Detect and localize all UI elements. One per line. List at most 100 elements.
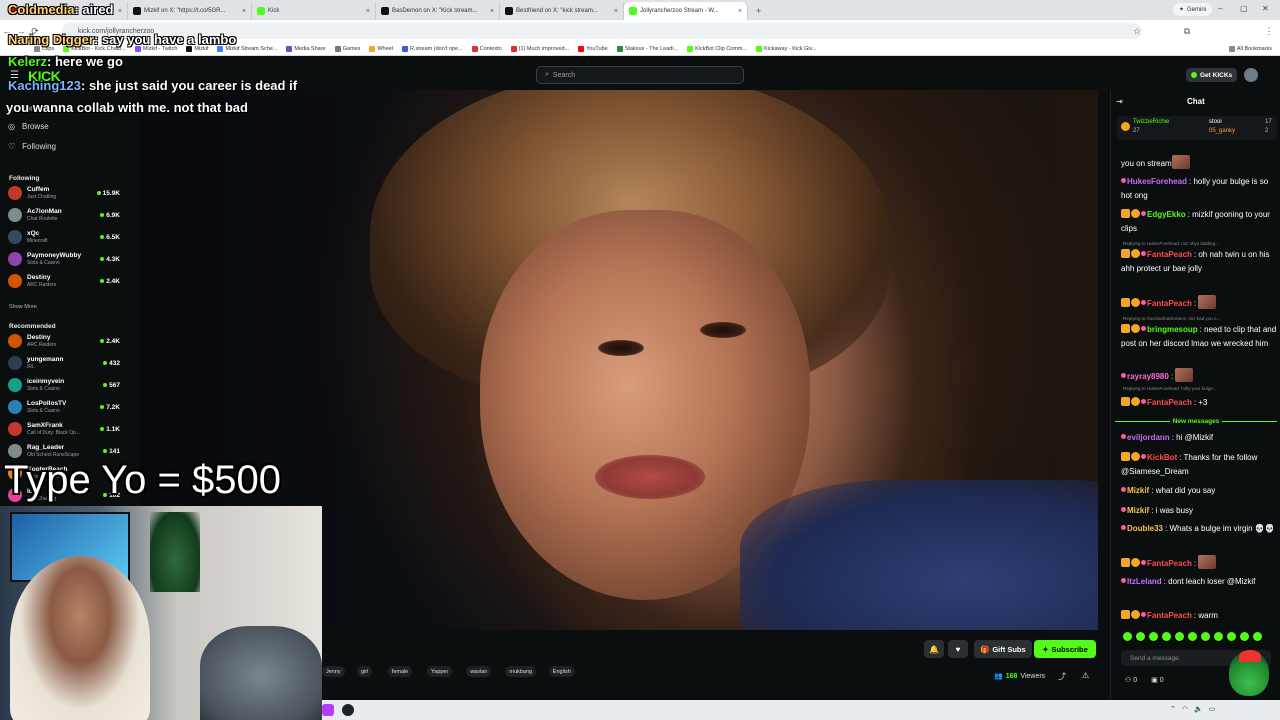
chat-username[interactable]: FantaPeach	[1147, 559, 1192, 568]
minimize-icon[interactable]: –	[1218, 4, 1222, 13]
report-icon[interactable]: ⚠	[1082, 671, 1089, 680]
quick-emote-icon[interactable]	[1149, 632, 1158, 641]
gifter-name[interactable]: TwizzieRichie	[1133, 119, 1169, 125]
chat-message[interactable]: HukesForehead: holly your bulge is so ho…	[1121, 175, 1277, 203]
chat-message[interactable]: EdgyEkko: mizkif gooning to your clips	[1121, 208, 1277, 236]
stream-tag[interactable]: girl	[357, 666, 373, 677]
chat-message[interactable]: KickBot: Thanks for the follow @Siamese_…	[1121, 451, 1277, 479]
sidebar-channel[interactable]: iceinmyvein Slots & Casino 567	[8, 375, 120, 395]
taskbar-app-icon[interactable]	[342, 704, 354, 716]
quick-emote-icon[interactable]	[1214, 632, 1223, 641]
browser-tab[interactable]: BasDemon on X: "Kick stream... ×	[376, 2, 500, 20]
gift-subs-button[interactable]: 🎁 Gift Subs	[974, 640, 1032, 658]
stream-tag[interactable]: Jenny	[322, 666, 345, 677]
sidebar-channel[interactable]: Destiny ARC Raiders 2.4K	[8, 271, 120, 291]
gemini-button[interactable]: ✦ Gemini	[1172, 3, 1212, 16]
chat-username[interactable]: FantaPeach	[1147, 299, 1192, 308]
sidebar-channel[interactable]: Cuffem Just Chatting 15.9K	[8, 183, 120, 203]
tab-close-icon[interactable]: ×	[738, 8, 742, 15]
volume-icon[interactable]: 🔈	[1194, 705, 1203, 713]
bookmark-item[interactable]: Stakxus - The Leadi...	[616, 45, 678, 52]
chat-username[interactable]: KickBot	[1147, 453, 1177, 462]
extensions-icon[interactable]: ⧉	[1180, 26, 1194, 37]
chat-username[interactable]: FantaPeach	[1147, 398, 1192, 407]
bookmark-item[interactable]: R.stream (don't ope...	[401, 45, 463, 52]
kicks-counter[interactable]: ⚇ 0	[1125, 676, 1137, 684]
stream-tag[interactable]: English	[548, 666, 575, 677]
chat-message[interactable]: Double33: Whats a bulge im virgin 💀💀	[1121, 522, 1277, 536]
search-input[interactable]: ⌕ Search	[536, 66, 744, 84]
get-kicks-button[interactable]: Get KICKs	[1186, 68, 1238, 82]
bookmark-item[interactable]: Media Share	[286, 45, 326, 52]
chat-username[interactable]: HukesForehead	[1127, 177, 1187, 186]
nav-following[interactable]: ♡ Following	[8, 142, 56, 151]
chat-username[interactable]: Mizkif	[1127, 506, 1149, 515]
new-tab-icon[interactable]: +	[756, 6, 761, 16]
chat-message[interactable]: you on stream	[1121, 155, 1277, 171]
tab-close-icon[interactable]: ×	[242, 8, 246, 15]
browser-tab[interactable]: Kick ×	[252, 2, 376, 20]
quick-emote-icon[interactable]	[1240, 632, 1249, 641]
gifter-name[interactable]: stooi	[1209, 119, 1222, 125]
tab-close-icon[interactable]: ×	[614, 8, 618, 15]
browser-tab[interactable]: Jollyrancherzoo Stream - W... ×	[624, 2, 748, 20]
chat-message[interactable]: Mizkif: i was busy	[1121, 504, 1277, 518]
bookmark-item[interactable]: Wheel	[369, 45, 393, 52]
bookmark-item[interactable]: Games	[334, 45, 360, 52]
sidebar-channel[interactable]: PaymoneyWubby Slots & Casino 4.3K	[8, 249, 120, 269]
bookmark-item[interactable]: All Bookmarks	[1228, 45, 1272, 52]
bookmark-item[interactable]: Contexto	[471, 45, 502, 52]
chat-username[interactable]: Mizkif	[1127, 486, 1149, 495]
bookmark-item[interactable]: (1) Much improved...	[510, 45, 569, 52]
quick-emote-icon[interactable]	[1201, 632, 1210, 641]
chat-username[interactable]: eviljordann	[1127, 433, 1170, 442]
chat-username[interactable]: FantaPeach	[1147, 250, 1192, 259]
quick-emote-icon[interactable]	[1175, 632, 1184, 641]
stream-tag[interactable]: female	[387, 666, 413, 677]
chat-username[interactable]: FantaPeach	[1147, 611, 1192, 620]
taskbar-app-icon[interactable]	[322, 704, 334, 716]
bookmark-star-icon[interactable]: ☆	[1130, 26, 1144, 37]
bookmark-item[interactable]: Kickaway - Kick Giv...	[756, 45, 817, 52]
browser-tab[interactable]: Mizkif on X: "https://t.co/5GR... ×	[128, 2, 252, 20]
chat-username[interactable]: bringmesoup	[1147, 325, 1198, 334]
network-icon[interactable]: ⌃	[1170, 705, 1176, 713]
browser-menu-icon[interactable]: ⋮	[1262, 26, 1276, 37]
chat-username[interactable]: ItzLeland	[1127, 577, 1162, 586]
maximize-icon[interactable]: ▢	[1240, 4, 1248, 13]
share-icon[interactable]: ⤴	[1058, 671, 1066, 682]
chat-message[interactable]: FantaPeach: oh nah twin u on his ahh pro…	[1121, 248, 1277, 276]
chat-username[interactable]: rayray8980	[1127, 372, 1169, 381]
stream-tag[interactable]: Yapper	[427, 666, 453, 677]
tab-close-icon[interactable]: ×	[490, 8, 494, 15]
chat-message[interactable]: FantaPeach:	[1121, 295, 1277, 311]
sidebar-channel[interactable]: Ac7ionMan Chat Roulette 6.9K	[8, 205, 120, 225]
chat-username[interactable]: EdgyEkko	[1147, 210, 1186, 219]
user-avatar[interactable]	[1244, 68, 1258, 82]
quick-emote-icon[interactable]	[1188, 632, 1197, 641]
browser-tab[interactable]: Bestfriend on X: "kick stream... ×	[500, 2, 624, 20]
chat-message[interactable]: ItzLeland: dont leach loser @Mizkif	[1121, 575, 1277, 589]
chat-message[interactable]: FantaPeach: +3	[1121, 396, 1277, 410]
show-more-link[interactable]: Show More	[9, 304, 37, 310]
quick-emote-icon[interactable]	[1253, 632, 1262, 641]
sidebar-channel[interactable]: SamXFrank Call of Duty: Black Op... 1.1K	[8, 419, 120, 439]
points-counter[interactable]: ▣ 0	[1151, 676, 1163, 684]
tab-close-icon[interactable]: ×	[366, 8, 370, 15]
chat-username[interactable]: Double33	[1127, 524, 1163, 533]
tab-close-icon[interactable]: ×	[118, 8, 122, 15]
stream-tag[interactable]: waslan	[466, 666, 492, 677]
gifter-name[interactable]: 05_ganky	[1209, 128, 1235, 134]
chat-message[interactable]: bringmesoup: need to clip that and post …	[1121, 323, 1277, 351]
chat-message[interactable]: Mizkif: what did you say	[1121, 484, 1277, 498]
chat-message[interactable]: rayray8980:	[1121, 368, 1277, 384]
subscribe-button[interactable]: ✦ Subscribe	[1034, 640, 1096, 658]
battery-icon[interactable]: ▭	[1209, 705, 1216, 713]
notification-bell-button[interactable]: 🔔	[924, 640, 944, 658]
quick-emote-icon[interactable]	[1227, 632, 1236, 641]
wifi-icon[interactable]: ◠	[1182, 705, 1188, 713]
bookmark-item[interactable]: YouTube	[578, 45, 608, 52]
chat-message[interactable]: eviljordann: hi @Mizkif	[1121, 431, 1277, 445]
follow-heart-button[interactable]: ♥	[948, 640, 968, 658]
quick-emote-icon[interactable]	[1136, 632, 1145, 641]
